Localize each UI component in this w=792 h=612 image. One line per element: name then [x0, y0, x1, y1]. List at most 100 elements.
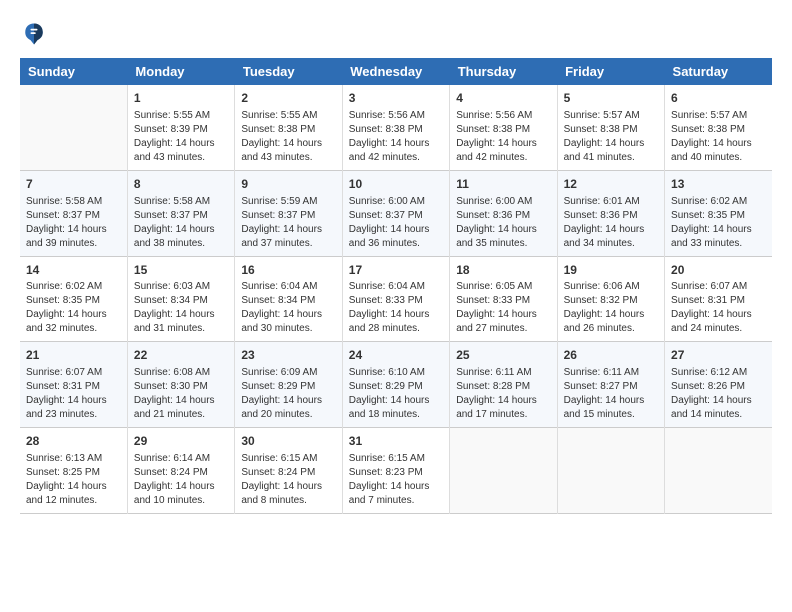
day-number: 29 [134, 433, 228, 450]
day-info: Sunrise: 6:01 AM Sunset: 8:36 PM Dayligh… [564, 195, 658, 251]
day-number: 23 [241, 347, 335, 364]
weekday-header-friday: Friday [557, 58, 664, 85]
day-number: 27 [671, 347, 766, 364]
day-info: Sunrise: 6:00 AM Sunset: 8:37 PM Dayligh… [349, 195, 443, 251]
calendar-cell: 7Sunrise: 5:58 AM Sunset: 8:37 PM Daylig… [20, 170, 127, 256]
calendar-cell: 19Sunrise: 6:06 AM Sunset: 8:32 PM Dayli… [557, 256, 664, 342]
day-number: 5 [564, 90, 658, 107]
weekday-header-row: SundayMondayTuesdayWednesdayThursdayFrid… [20, 58, 772, 85]
calendar-cell: 17Sunrise: 6:04 AM Sunset: 8:33 PM Dayli… [342, 256, 449, 342]
day-info: Sunrise: 6:13 AM Sunset: 8:25 PM Dayligh… [26, 452, 121, 508]
day-number: 6 [671, 90, 766, 107]
day-number: 22 [134, 347, 228, 364]
day-number: 14 [26, 262, 121, 279]
calendar-cell [557, 428, 664, 514]
calendar-cell: 10 Sunrise: 6:00 AM Sunset: 8:37 PM Dayli… [342, 170, 449, 256]
day-info: Sunrise: 6:04 AM Sunset: 8:34 PM Dayligh… [241, 280, 335, 336]
day-info: Sunrise: 6:08 AM Sunset: 8:30 PM Dayligh… [134, 366, 228, 422]
calendar-cell: 12 Sunrise: 6:01 AM Sunset: 8:36 PM Dayli… [557, 170, 664, 256]
weekday-header-tuesday: Tuesday [235, 58, 342, 85]
day-info: Sunrise: 6:00 AM Sunset: 8:36 PM Dayligh… [456, 195, 550, 251]
page-header [20, 20, 772, 48]
day-info: Sunrise: 6:15 AM Sunset: 8:23 PM Dayligh… [349, 452, 443, 508]
calendar-cell: 11Sunrise: 6:00 AM Sunset: 8:36 PM Dayli… [450, 170, 557, 256]
calendar-table: SundayMondayTuesdayWednesdayThursdayFrid… [20, 58, 772, 514]
week-row-4: 21 Sunrise: 6:07 AM Sunset: 8:31 PM Dayli… [20, 342, 772, 428]
day-number: 2 [241, 90, 335, 107]
calendar-cell: 25 Sunrise: 6:11 AM Sunset: 8:28 PM Dayli… [450, 342, 557, 428]
day-number: 30 [241, 433, 335, 450]
day-number: 10 [349, 176, 443, 193]
day-number: 8 [134, 176, 228, 193]
day-info: Sunrise: 6:07 AM Sunset: 8:31 PM Dayligh… [671, 280, 766, 336]
day-number: 19 [564, 262, 658, 279]
day-number: 28 [26, 433, 121, 450]
day-info: Sunrise: 6:14 AM Sunset: 8:24 PM Dayligh… [134, 452, 228, 508]
calendar-cell: 8 Sunrise: 5:58 AM Sunset: 8:37 PM Daylig… [127, 170, 234, 256]
day-info: Sunrise: 5:57 AM Sunset: 8:38 PM Dayligh… [671, 109, 766, 165]
day-info: Sunrise: 6:11 AM Sunset: 8:27 PM Dayligh… [564, 366, 658, 422]
day-info: Sunrise: 6:11 AM Sunset: 8:28 PM Dayligh… [456, 366, 550, 422]
day-info: Sunrise: 6:07 AM Sunset: 8:31 PM Dayligh… [26, 366, 121, 422]
logo [20, 20, 52, 48]
calendar-cell: 23 Sunrise: 6:09 AM Sunset: 8:29 PM Dayli… [235, 342, 342, 428]
calendar-cell: 2 Sunrise: 5:55 AM Sunset: 8:38 PM Daylig… [235, 85, 342, 170]
day-number: 16 [241, 262, 335, 279]
weekday-header-monday: Monday [127, 58, 234, 85]
day-number: 17 [349, 262, 443, 279]
calendar-cell [665, 428, 772, 514]
day-number: 4 [456, 90, 550, 107]
calendar-cell [450, 428, 557, 514]
day-info: Sunrise: 5:58 AM Sunset: 8:37 PM Dayligh… [134, 195, 228, 251]
calendar-cell: 14Sunrise: 6:02 AM Sunset: 8:35 PM Dayli… [20, 256, 127, 342]
day-info: Sunrise: 6:10 AM Sunset: 8:29 PM Dayligh… [349, 366, 443, 422]
week-row-3: 14Sunrise: 6:02 AM Sunset: 8:35 PM Dayli… [20, 256, 772, 342]
calendar-cell: 15Sunrise: 6:03 AM Sunset: 8:34 PM Dayli… [127, 256, 234, 342]
calendar-cell: 1Sunrise: 5:55 AM Sunset: 8:39 PM Daylig… [127, 85, 234, 170]
day-number: 26 [564, 347, 658, 364]
calendar-cell: 29 Sunrise: 6:14 AM Sunset: 8:24 PM Dayli… [127, 428, 234, 514]
day-info: Sunrise: 6:09 AM Sunset: 8:29 PM Dayligh… [241, 366, 335, 422]
calendar-cell: 3Sunrise: 5:56 AM Sunset: 8:38 PM Daylig… [342, 85, 449, 170]
day-number: 15 [134, 262, 228, 279]
week-row-1: 1Sunrise: 5:55 AM Sunset: 8:39 PM Daylig… [20, 85, 772, 170]
day-info: Sunrise: 6:03 AM Sunset: 8:34 PM Dayligh… [134, 280, 228, 336]
day-info: Sunrise: 6:02 AM Sunset: 8:35 PM Dayligh… [26, 280, 121, 336]
calendar-cell: 4 Sunrise: 5:56 AM Sunset: 8:38 PM Daylig… [450, 85, 557, 170]
day-info: Sunrise: 5:56 AM Sunset: 8:38 PM Dayligh… [456, 109, 550, 165]
day-info: Sunrise: 6:05 AM Sunset: 8:33 PM Dayligh… [456, 280, 550, 336]
day-number: 9 [241, 176, 335, 193]
weekday-header-sunday: Sunday [20, 58, 127, 85]
calendar-cell: 26 Sunrise: 6:11 AM Sunset: 8:27 PM Dayli… [557, 342, 664, 428]
calendar-cell: 30Sunrise: 6:15 AM Sunset: 8:24 PM Dayli… [235, 428, 342, 514]
day-info: Sunrise: 6:04 AM Sunset: 8:33 PM Dayligh… [349, 280, 443, 336]
calendar-cell: 6 Sunrise: 5:57 AM Sunset: 8:38 PM Daylig… [665, 85, 772, 170]
day-info: Sunrise: 6:06 AM Sunset: 8:32 PM Dayligh… [564, 280, 658, 336]
day-info: Sunrise: 6:02 AM Sunset: 8:35 PM Dayligh… [671, 195, 766, 251]
day-number: 31 [349, 433, 443, 450]
week-row-2: 7Sunrise: 5:58 AM Sunset: 8:37 PM Daylig… [20, 170, 772, 256]
day-number: 3 [349, 90, 443, 107]
calendar-cell [20, 85, 127, 170]
day-info: Sunrise: 5:55 AM Sunset: 8:38 PM Dayligh… [241, 109, 335, 165]
day-number: 12 [564, 176, 658, 193]
weekday-header-thursday: Thursday [450, 58, 557, 85]
day-number: 24 [349, 347, 443, 364]
calendar-cell: 22 Sunrise: 6:08 AM Sunset: 8:30 PM Dayli… [127, 342, 234, 428]
day-info: Sunrise: 5:58 AM Sunset: 8:37 PM Dayligh… [26, 195, 121, 251]
day-number: 13 [671, 176, 766, 193]
day-info: Sunrise: 5:59 AM Sunset: 8:37 PM Dayligh… [241, 195, 335, 251]
weekday-header-saturday: Saturday [665, 58, 772, 85]
calendar-cell: 24 Sunrise: 6:10 AM Sunset: 8:29 PM Dayli… [342, 342, 449, 428]
calendar-cell: 28 Sunrise: 6:13 AM Sunset: 8:25 PM Dayli… [20, 428, 127, 514]
day-number: 1 [134, 90, 228, 107]
day-number: 20 [671, 262, 766, 279]
weekday-header-wednesday: Wednesday [342, 58, 449, 85]
day-number: 25 [456, 347, 550, 364]
day-info: Sunrise: 5:57 AM Sunset: 8:38 PM Dayligh… [564, 109, 658, 165]
day-number: 21 [26, 347, 121, 364]
calendar-cell: 21 Sunrise: 6:07 AM Sunset: 8:31 PM Dayli… [20, 342, 127, 428]
calendar-cell: 18Sunrise: 6:05 AM Sunset: 8:33 PM Dayli… [450, 256, 557, 342]
day-info: Sunrise: 6:12 AM Sunset: 8:26 PM Dayligh… [671, 366, 766, 422]
calendar-cell: 20Sunrise: 6:07 AM Sunset: 8:31 PM Dayli… [665, 256, 772, 342]
